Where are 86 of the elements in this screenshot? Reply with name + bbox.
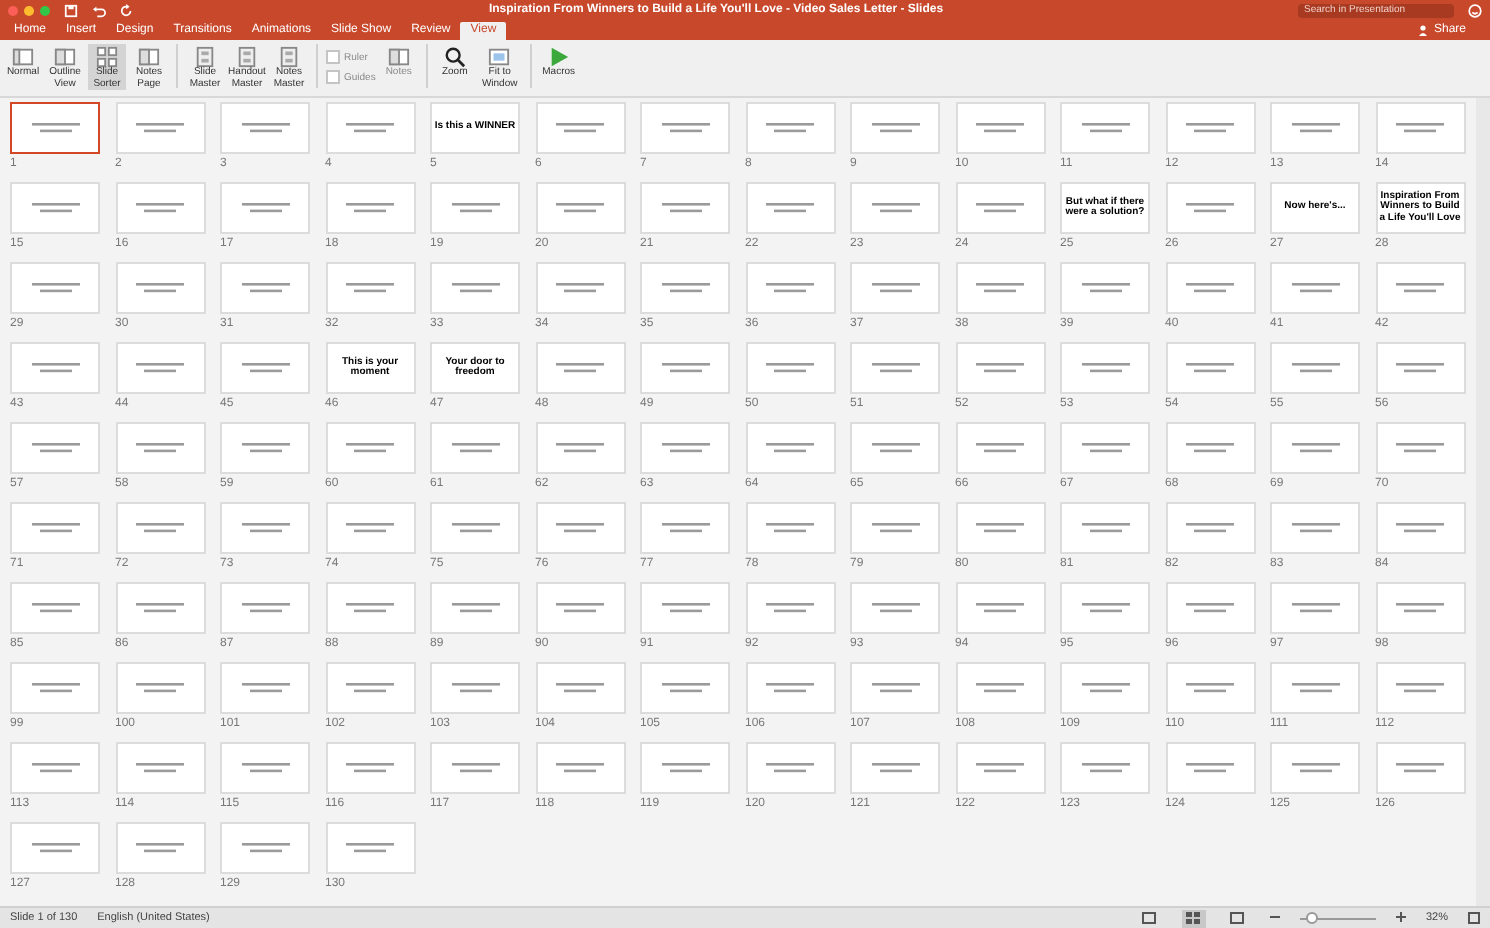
text-lines-drawing xyxy=(970,362,1030,374)
text-lines-drawing xyxy=(760,522,820,534)
text-lines-drawing xyxy=(1180,762,1240,774)
slide-view-icon xyxy=(387,46,410,68)
fit-slide-icon[interactable] xyxy=(1468,912,1480,924)
text-lines-drawing xyxy=(550,762,610,774)
text-lines-drawing xyxy=(550,442,610,454)
text-lines-drawing xyxy=(970,682,1030,694)
text-lines-drawing xyxy=(760,762,820,774)
text-lines-drawing xyxy=(550,202,610,214)
view-button[interactable] xyxy=(1181,909,1206,927)
text-lines-drawing xyxy=(550,522,610,534)
text-lines-drawing xyxy=(340,522,400,534)
text-lines-drawing xyxy=(130,122,190,134)
slider-thumb[interactable] xyxy=(1305,912,1318,924)
text-lines-drawing xyxy=(340,682,400,694)
text-lines-drawing xyxy=(1180,362,1240,374)
text-lines-drawing xyxy=(760,122,820,134)
slide-thumbnail[interactable] xyxy=(10,102,100,154)
text-lines-drawing xyxy=(970,202,1030,214)
text-lines-drawing xyxy=(1390,122,1450,134)
text-lines-drawing xyxy=(760,282,820,294)
text-lines-drawing xyxy=(1390,362,1450,374)
fit-window-icon xyxy=(488,46,511,68)
text-lines-drawing xyxy=(550,122,610,134)
text-lines-drawing xyxy=(340,602,400,614)
text-lines-drawing xyxy=(340,842,400,854)
text-lines-drawing xyxy=(130,522,190,534)
master-layout-icon xyxy=(278,46,300,68)
text-lines-drawing xyxy=(970,442,1030,454)
text-lines-drawing xyxy=(340,282,400,294)
text-lines-drawing xyxy=(340,762,400,774)
master-layout-icon xyxy=(236,46,258,68)
text-lines-drawing xyxy=(130,362,190,374)
text-lines-drawing xyxy=(340,202,400,214)
text-lines-drawing xyxy=(970,602,1030,614)
text-lines-drawing xyxy=(1390,522,1450,534)
text-lines-drawing xyxy=(1180,602,1240,614)
undo-icon[interactable] xyxy=(92,3,106,17)
text-lines-drawing xyxy=(760,442,820,454)
text-lines-drawing xyxy=(760,682,820,694)
text-lines-drawing xyxy=(340,442,400,454)
zoom-in-button[interactable] xyxy=(1395,911,1406,925)
text-lines-drawing xyxy=(130,602,190,614)
text-lines-drawing xyxy=(130,282,190,294)
text-lines-drawing xyxy=(130,682,190,694)
save-icon[interactable] xyxy=(64,3,78,17)
text-lines-drawing xyxy=(970,122,1030,134)
text-lines-drawing xyxy=(970,762,1030,774)
text-lines-drawing xyxy=(1180,122,1240,134)
redo-icon[interactable] xyxy=(120,3,134,17)
text-lines-drawing xyxy=(1180,202,1240,214)
text-lines-drawing xyxy=(550,682,610,694)
magnifier-icon xyxy=(443,46,466,68)
view-button[interactable] xyxy=(1225,909,1250,927)
slide-view-icon xyxy=(12,46,34,68)
text-lines-drawing xyxy=(130,842,190,854)
slide-view-icon xyxy=(54,46,76,68)
text-lines-drawing xyxy=(550,602,610,614)
smiley-icon[interactable] xyxy=(1468,3,1482,17)
text-lines-drawing xyxy=(1390,762,1450,774)
text-lines-drawing xyxy=(1180,282,1240,294)
text-lines-drawing xyxy=(760,202,820,214)
text-lines-drawing xyxy=(340,122,400,134)
text-lines-drawing xyxy=(1390,602,1450,614)
text-lines-drawing xyxy=(970,522,1030,534)
slide-grid-icon xyxy=(96,46,118,68)
text-lines-drawing xyxy=(760,602,820,614)
person-icon xyxy=(1417,24,1430,36)
slide-view-icon xyxy=(138,46,160,68)
text-lines-drawing xyxy=(130,762,190,774)
text-lines-drawing xyxy=(1390,282,1450,294)
text-lines-drawing xyxy=(130,202,190,214)
master-layout-icon xyxy=(194,46,216,68)
text-lines-drawing xyxy=(1180,442,1240,454)
text-lines-drawing xyxy=(1180,522,1240,534)
play-icon xyxy=(547,46,570,68)
text-lines-drawing xyxy=(130,442,190,454)
text-lines-drawing xyxy=(1180,682,1240,694)
text-lines-drawing xyxy=(760,362,820,374)
text-lines-drawing xyxy=(550,282,610,294)
view-button[interactable] xyxy=(1137,909,1162,927)
text-lines-drawing xyxy=(970,282,1030,294)
text-lines-drawing xyxy=(1390,442,1450,454)
text-lines-drawing xyxy=(550,362,610,374)
text-lines-drawing xyxy=(1390,682,1450,694)
